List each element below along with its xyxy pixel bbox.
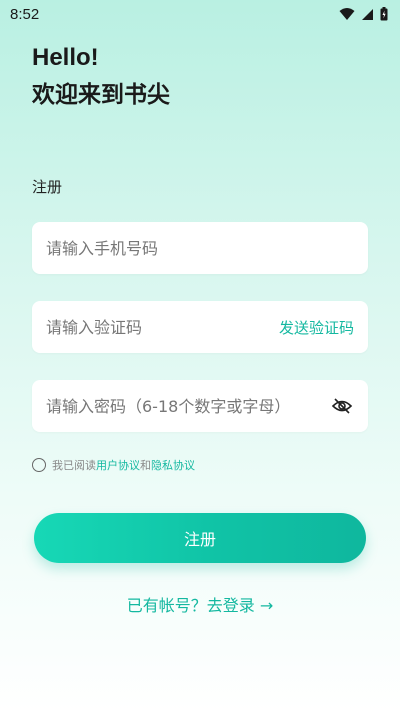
status-icons [339,7,388,21]
verification-code-field[interactable]: 发送验证码 [32,301,368,353]
password-field[interactable] [32,380,368,432]
battery-icon [380,7,388,21]
greeting-hello: Hello! [32,44,99,71]
section-title: 注册 [32,178,63,196]
agreement-and: 和 [140,459,151,472]
send-code-button[interactable]: 发送验证码 [279,317,354,338]
agreement-prefix: 我已阅读 [52,459,96,472]
greeting: Hello! 欢迎来到书尖 [32,40,170,112]
password-input[interactable] [46,396,330,416]
verification-code-input[interactable] [46,317,279,337]
greeting-welcome: 欢迎来到书尖 [32,81,170,107]
cell-signal-icon [362,8,373,20]
wifi-icon [339,8,355,20]
status-bar: 8:52 [0,0,400,28]
phone-field[interactable] [32,222,368,274]
phone-input[interactable] [46,238,354,258]
agreement-row: 我已阅读 用户协议 和 隐私协议 [32,457,195,473]
privacy-agreement-link[interactable]: 隐私协议 [151,457,195,473]
eye-off-icon[interactable] [330,394,354,418]
agreement-checkbox[interactable] [32,458,46,472]
login-link[interactable]: 已有帐号？去登录 → [0,592,400,616]
user-agreement-link[interactable]: 用户协议 [96,457,140,473]
register-button[interactable]: 注册 [34,513,366,563]
status-time: 8:52 [10,5,40,23]
